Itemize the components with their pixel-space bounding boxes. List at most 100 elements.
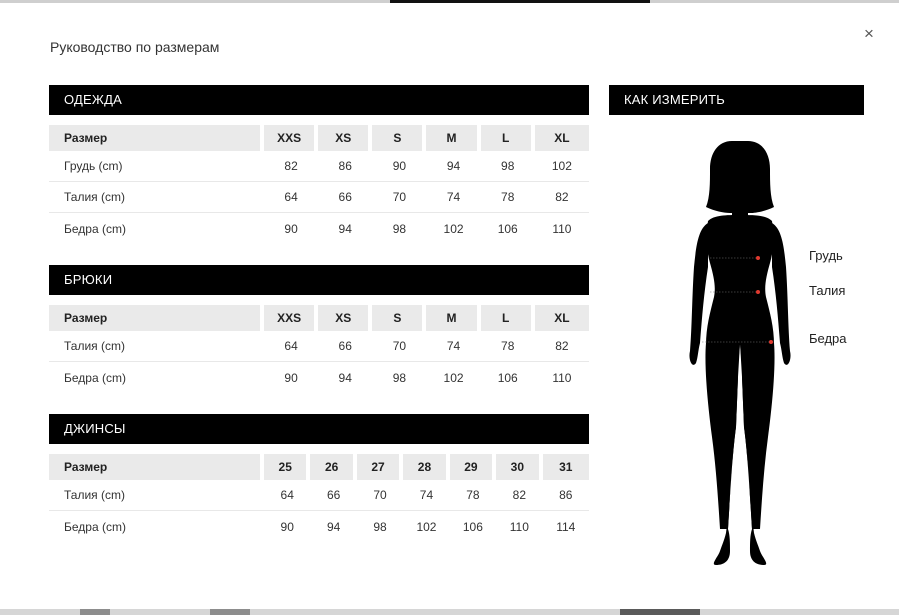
table-cell: 98: [373, 519, 387, 534]
how-to-measure-section: КАК ИЗМЕРИТЬ: [609, 85, 864, 115]
table-row: Талия (cm) 64 66 70 74 78 82 86: [49, 480, 589, 511]
chest-label: Грудь: [809, 248, 843, 263]
table-cell: 86: [542, 480, 589, 511]
table-cell: 94: [426, 151, 481, 182]
table-cell: 106: [497, 221, 518, 236]
header-cell: M: [426, 305, 481, 331]
table-cell: 106: [462, 519, 483, 534]
modal-title: Руководство по размерам: [50, 39, 220, 55]
table-cell: 110: [552, 221, 572, 236]
table-cell: 94: [326, 519, 341, 534]
hips-label: Бедра: [809, 331, 847, 346]
trousers-section-title: БРЮКИ: [49, 265, 589, 295]
table-cell: 110: [509, 519, 529, 534]
table-cell: 78: [449, 480, 497, 511]
row-label: Бедра (cm): [64, 519, 126, 534]
table-cell: 64: [264, 182, 319, 213]
table-header-row: Размер XXS XS S M L XL: [49, 305, 589, 331]
clothing-section-title: ОДЕЖДА: [49, 85, 589, 115]
table-row: Грудь (cm) 82 86 90 94 98 102: [49, 151, 589, 182]
header-cell: 30: [496, 454, 543, 480]
header-cell: XL: [534, 305, 589, 331]
table-cell: 70: [372, 331, 427, 362]
table-cell: 110: [552, 370, 572, 385]
close-icon[interactable]: ×: [860, 25, 878, 43]
header-cell: 31: [542, 454, 589, 480]
trousers-section: БРЮКИ Размер XXS XS S M L XL Талия (cm) …: [49, 265, 589, 393]
table-cell: 102: [443, 221, 464, 236]
table-row: Бедра (cm) 90 94 98 102 106 110 114: [49, 511, 589, 542]
header-cell: M: [426, 125, 481, 151]
waist-label: Талия: [809, 283, 846, 298]
header-cell: XL: [534, 125, 589, 151]
row-label: Талия (cm): [49, 480, 264, 511]
table-cell: 64: [264, 331, 319, 362]
header-cell: Размер: [49, 454, 264, 480]
table-cell: 74: [426, 182, 481, 213]
table-cell: 98: [480, 151, 535, 182]
header-cell: XXS: [264, 125, 319, 151]
header-cell: Размер: [49, 125, 264, 151]
table-cell: 102: [416, 519, 437, 534]
table-cell: 94: [338, 221, 352, 236]
table-cell: 66: [318, 182, 373, 213]
table-cell: 78: [480, 182, 535, 213]
row-label: Бедра (cm): [64, 370, 126, 385]
backdrop-bottom-strip: [0, 609, 899, 615]
header-cell: S: [372, 125, 427, 151]
table-cell: 90: [284, 221, 298, 236]
table-cell: 90: [284, 370, 298, 385]
row-label: Талия (cm): [49, 182, 264, 213]
table-cell: 66: [310, 480, 357, 511]
table-cell: 66: [318, 331, 373, 362]
table-row: Бедра (cm) 90 94 98 102 106 110: [49, 362, 589, 393]
backdrop-image-fragment: [210, 609, 250, 615]
table-row: Талия (cm) 64 66 70 74 78 82: [49, 182, 589, 213]
table-cell: 98: [392, 370, 407, 385]
header-cell: XS: [318, 125, 373, 151]
row-label: Бедра (cm): [64, 221, 126, 236]
header-cell: Размер: [49, 305, 264, 331]
table-header-row: Размер XXS XS S M L XL: [49, 125, 589, 151]
table-row: Талия (cm) 64 66 70 74 78 82: [49, 331, 589, 362]
table-cell: 82: [496, 480, 543, 511]
jeans-section: ДЖИНСЫ Размер 25 26 27 28 29 30 31 Талия…: [49, 414, 589, 542]
table-cell: 90: [372, 151, 427, 182]
table-cell: 70: [356, 480, 404, 511]
table-cell: 94: [338, 370, 352, 385]
table-cell: 82: [534, 331, 589, 362]
table-cell: 106: [497, 370, 518, 385]
table-row: Бедра (cm) 90 94 98 102 106 110: [49, 213, 589, 244]
table-cell: 82: [264, 151, 319, 182]
clothing-section: ОДЕЖДА Размер XXS XS S M L XL Грудь (cm)…: [49, 85, 589, 244]
header-cell: 26: [310, 454, 357, 480]
table-cell: 74: [403, 480, 450, 511]
backdrop-image-fragment: [80, 609, 110, 615]
table-cell: 86: [318, 151, 373, 182]
header-cell: 25: [264, 454, 311, 480]
header-cell: 29: [449, 454, 497, 480]
trousers-size-table: Размер XXS XS S M L XL Талия (cm) 64 66 …: [49, 305, 589, 393]
header-cell: L: [480, 305, 535, 331]
table-header-row: Размер 25 26 27 28 29 30 31: [49, 454, 589, 480]
table-cell: 78: [480, 331, 535, 362]
header-cell: 28: [403, 454, 450, 480]
header-cell: XXS: [264, 305, 319, 331]
header-cell: 27: [356, 454, 404, 480]
header-cell: S: [372, 305, 427, 331]
table-cell: 74: [426, 331, 481, 362]
jeans-size-table: Размер 25 26 27 28 29 30 31 Талия (cm) 6…: [49, 454, 589, 542]
header-cell: L: [480, 125, 535, 151]
backdrop-image-fragment: [620, 609, 700, 615]
table-cell: 82: [534, 182, 589, 213]
jeans-section-title: ДЖИНСЫ: [49, 414, 589, 444]
female-silhouette-icon: [689, 141, 791, 565]
table-cell: 102: [534, 151, 589, 182]
how-to-measure-title: КАК ИЗМЕРИТЬ: [609, 85, 864, 115]
clothing-size-table: Размер XXS XS S M L XL Грудь (cm) 82 86 …: [49, 125, 589, 244]
table-cell: 102: [443, 370, 464, 385]
table-cell: 114: [556, 519, 576, 534]
header-cell: XS: [318, 305, 373, 331]
table-cell: 90: [280, 519, 294, 534]
table-cell: 70: [372, 182, 427, 213]
